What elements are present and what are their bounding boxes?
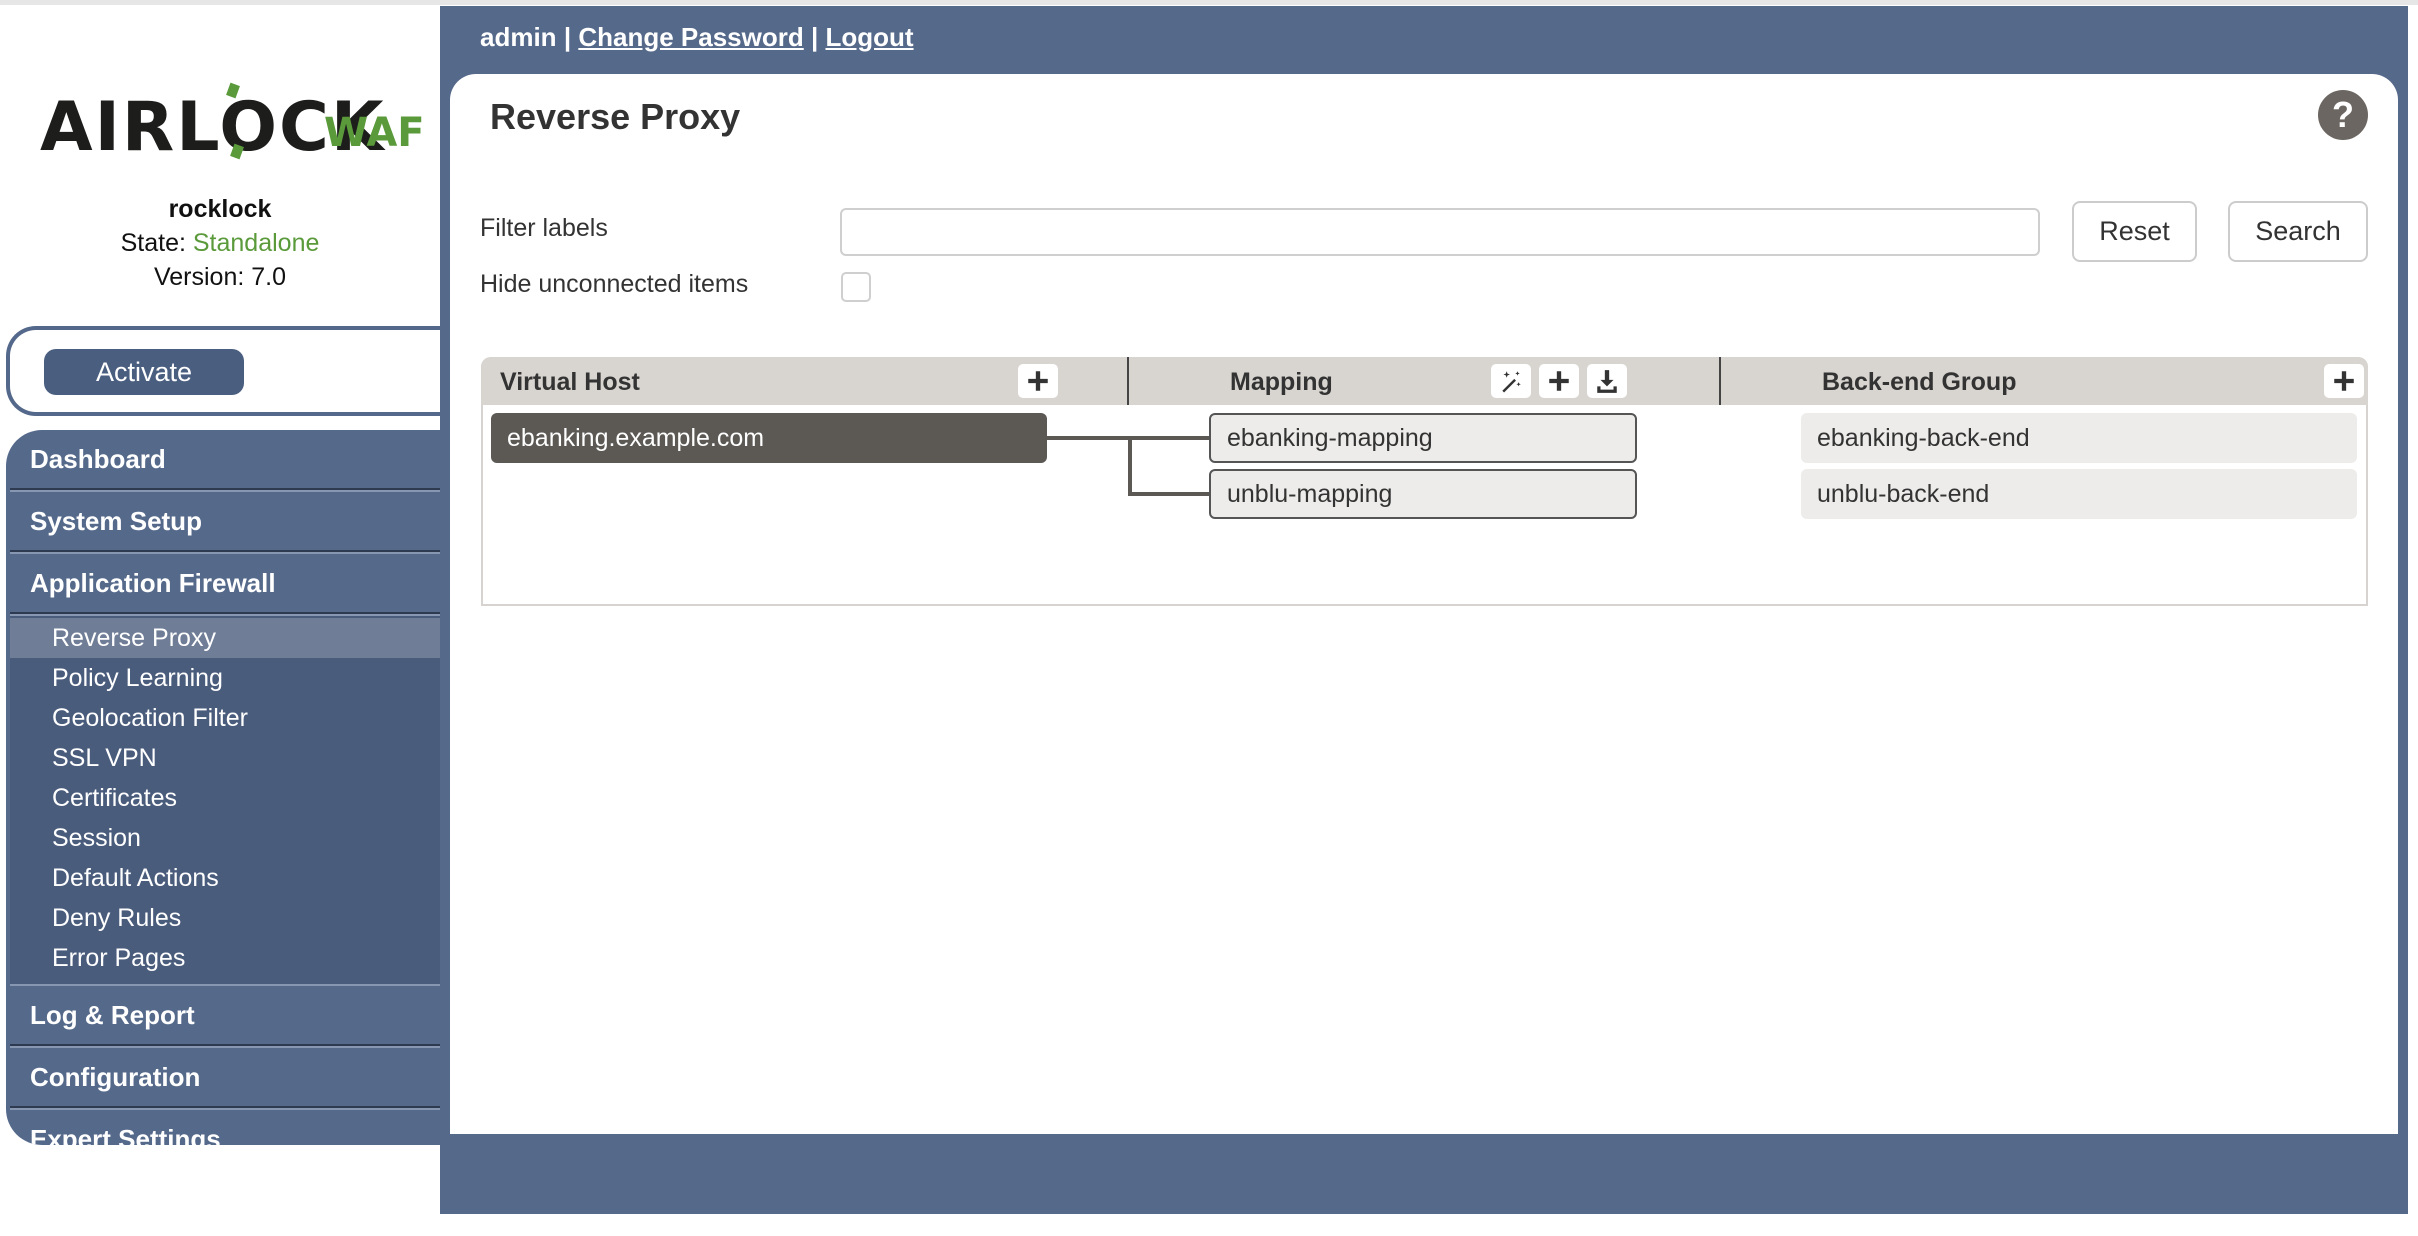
column-header-mapping: Mapping — [1230, 368, 1333, 396]
download-icon — [1597, 370, 1617, 393]
host-info: rocklock State: Standalone Version: 7.0 — [0, 192, 440, 294]
page-title: Reverse Proxy — [490, 96, 741, 137]
nav-configuration[interactable]: Configuration — [6, 1048, 440, 1106]
nav-item-session[interactable]: Session — [10, 818, 440, 858]
nav-item-deny-rules[interactable]: Deny Rules — [10, 898, 440, 938]
nav-label[interactable]: System Setup — [30, 492, 202, 550]
nav-log-report[interactable]: Log & Report — [6, 986, 440, 1044]
nav-item-policy-learning[interactable]: Policy Learning — [10, 658, 440, 698]
column-header-backend-group: Back-end Group — [1822, 368, 2017, 396]
content-panel: Reverse Proxy ? Filter labels Reset Sear… — [450, 74, 2398, 1134]
nav-expert-settings[interactable]: Expert Settings — [6, 1110, 440, 1145]
nav-item-default-actions[interactable]: Default Actions — [10, 858, 440, 898]
state-label: State: — [120, 229, 186, 257]
filter-labels-label: Filter labels — [480, 214, 608, 242]
hide-unconnected-label: Hide unconnected items — [480, 270, 749, 298]
connector-line — [1128, 492, 1209, 496]
activate-button[interactable]: Activate — [44, 349, 244, 395]
separator: | — [810, 22, 819, 52]
mapping-item[interactable]: ebanking-mapping — [1209, 413, 1637, 463]
nav-label[interactable]: Configuration — [30, 1048, 200, 1106]
connector-line — [1128, 436, 1132, 496]
plus-icon — [1549, 371, 1569, 391]
nav-label[interactable]: Application Firewall — [30, 554, 276, 612]
column-header-virtual-host: Virtual Host — [500, 368, 640, 396]
backend-group-item[interactable]: unblu-back-end — [1801, 469, 2357, 519]
import-mapping-button[interactable] — [1587, 364, 1627, 398]
hide-unconnected-checkbox[interactable] — [841, 272, 871, 302]
activate-panel: Activate — [6, 326, 446, 416]
state-value: Standalone — [192, 229, 320, 257]
change-password-link[interactable]: Change Password — [578, 22, 803, 52]
host-version: Version: 7.0 — [0, 260, 440, 294]
nav-system-setup[interactable]: System Setup — [6, 492, 440, 550]
user-bar: admin | Change Password | Logout — [480, 20, 914, 54]
host-name: rocklock — [168, 195, 272, 223]
current-user: admin — [480, 22, 557, 52]
search-button[interactable]: Search — [2228, 201, 2368, 262]
column-divider — [1127, 357, 1129, 405]
virtual-host-item[interactable]: ebanking.example.com — [491, 413, 1047, 463]
nav-item-reverse-proxy[interactable]: Reverse Proxy — [10, 618, 440, 658]
host-state: State: Standalone — [0, 226, 440, 260]
logo-suffix: WAF — [324, 110, 425, 156]
nav-label[interactable]: Log & Report — [30, 986, 195, 1044]
version-value: 7.0 — [251, 263, 287, 291]
table-header: Virtual Host Mapping Back-end Group — [481, 357, 2368, 405]
reset-button[interactable]: Reset — [2072, 201, 2197, 262]
filter-labels-input[interactable] — [840, 208, 2040, 256]
logout-link[interactable]: Logout — [825, 22, 913, 52]
nav-label[interactable]: Expert Settings — [30, 1110, 221, 1145]
nav-item-geolocation-filter[interactable]: Geolocation Filter — [10, 698, 440, 738]
mapping-wizard-button[interactable] — [1491, 364, 1531, 398]
nav-label[interactable]: Dashboard — [30, 430, 166, 488]
add-backend-group-button[interactable] — [2324, 364, 2364, 398]
main-navigation: Dashboard System Setup Application Firew… — [6, 430, 440, 1145]
nav-submenu-application-firewall: Reverse Proxy Policy Learning Geolocatio… — [10, 616, 440, 984]
reverse-proxy-table: Virtual Host Mapping Back-end Group eban… — [481, 357, 2368, 606]
plus-icon — [1028, 371, 1048, 391]
nav-item-ssl-vpn[interactable]: SSL VPN — [10, 738, 440, 778]
help-icon[interactable]: ? — [2318, 90, 2368, 140]
nav-dashboard[interactable]: Dashboard — [6, 430, 440, 488]
separator: | — [563, 22, 572, 52]
top-border — [0, 0, 2418, 5]
mapping-item[interactable]: unblu-mapping — [1209, 469, 1637, 519]
plus-icon — [2334, 371, 2354, 391]
add-mapping-button[interactable] — [1539, 364, 1579, 398]
version-label: Version: — [153, 263, 245, 291]
magic-wand-icon — [1502, 371, 1521, 393]
nav-item-certificates[interactable]: Certificates — [10, 778, 440, 818]
add-virtual-host-button[interactable] — [1018, 364, 1058, 398]
nav-item-error-pages[interactable]: Error Pages — [10, 938, 440, 978]
nav-application-firewall[interactable]: Application Firewall — [6, 554, 440, 612]
airlock-waf-logo: AIRLOCK WAF — [40, 78, 425, 168]
backend-group-item[interactable]: ebanking-back-end — [1801, 413, 2357, 463]
column-divider — [1719, 357, 1721, 405]
